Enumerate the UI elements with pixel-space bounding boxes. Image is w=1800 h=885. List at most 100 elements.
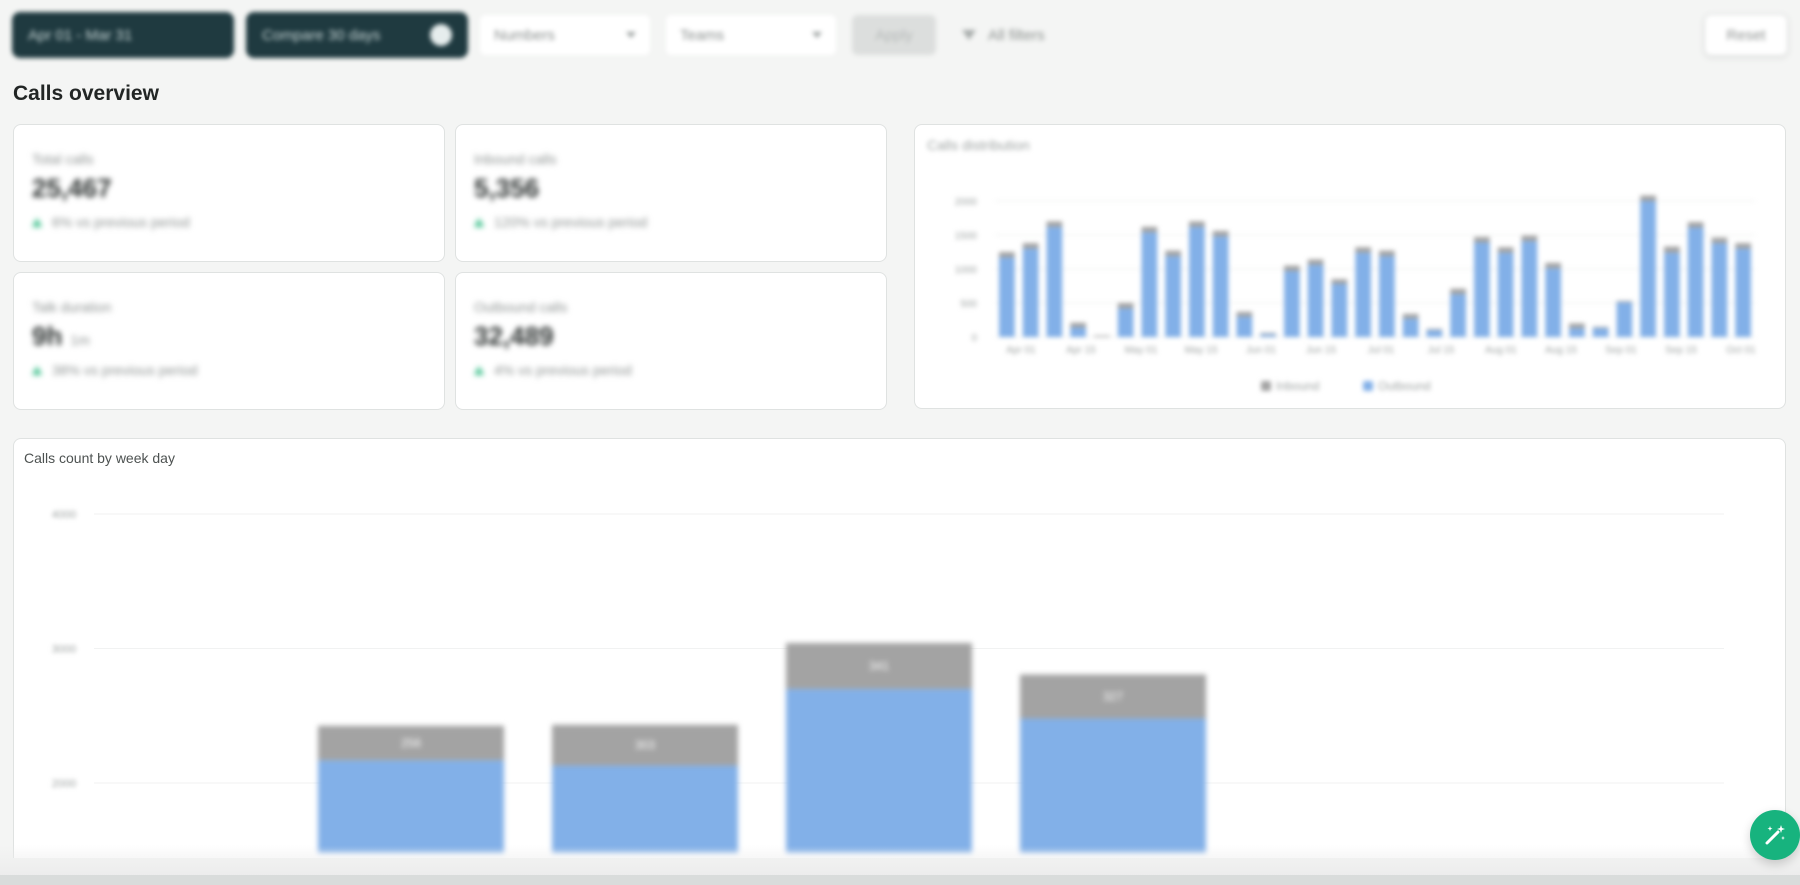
inbound-bar — [1260, 332, 1276, 335]
x-tick-label: May 15 — [1185, 345, 1218, 356]
inbound-bar — [1735, 243, 1751, 249]
y-tick-label: 1500 — [955, 231, 978, 242]
y-tick-label: 3000 — [52, 644, 76, 656]
stat-card-outbound-calls: Outbound calls 32,489 4% vs previous per… — [455, 272, 887, 410]
inbound-bar — [1284, 265, 1300, 272]
outbound-bar — [1117, 308, 1134, 337]
inbound-bar — [1212, 230, 1229, 237]
x-tick-label: Jun 15 — [1306, 345, 1336, 356]
inbound-bar — [1189, 221, 1205, 227]
outbound-bar — [1664, 252, 1680, 337]
inbound-bar — [1236, 311, 1253, 317]
date-range-picker[interactable]: Apr 01 - Mar 31 — [12, 12, 234, 58]
outbound-bar — [1735, 248, 1751, 337]
all-filters-button[interactable]: All filters — [962, 27, 1045, 44]
horizontal-scrollbar[interactable] — [0, 875, 1800, 885]
reset-button[interactable]: Reset — [1704, 14, 1788, 56]
outbound-bar — [1260, 334, 1276, 337]
outbound-bar — [1165, 256, 1181, 337]
inbound-bar — [1616, 300, 1633, 303]
stat-label: Outbound calls — [474, 299, 568, 315]
inbound-bar — [1070, 322, 1086, 328]
inbound-bar — [1331, 279, 1348, 284]
outbound-bar — [1379, 256, 1395, 337]
week-bar-group: 256 — [318, 725, 504, 853]
week-bar-group: 341 — [786, 643, 972, 853]
inbound-bar — [1307, 259, 1324, 265]
outbound-bar — [1046, 226, 1063, 337]
calls-distribution-card: Calls distribution 2000 1500 1000 500 0 Apr 0… — [914, 124, 1786, 409]
x-tick-label: Oct 01 — [1726, 345, 1756, 356]
teams-select-label: Teams — [680, 26, 725, 44]
inbound-bar — [1046, 221, 1063, 227]
stat-value-number: 9h — [32, 321, 63, 351]
inbound-data-label: 256 — [401, 736, 421, 750]
inbound-bar — [1592, 326, 1609, 329]
calls-distribution-chart: 2000 1500 1000 500 0 Apr 01 Apr 15 May 01 May 15… — [955, 195, 1756, 393]
legend-swatch — [1261, 381, 1271, 391]
outbound-bar — [1331, 283, 1348, 337]
week-bar-group: 303 — [552, 724, 738, 853]
inbound-data-label: 327 — [1103, 689, 1123, 703]
legend-swatch — [1363, 381, 1373, 391]
week-day-chart: 4000 3000 2000 256 303 341 327 — [52, 509, 1724, 853]
inbound-bar — [1664, 246, 1680, 253]
stat-change: 120% vs previous period — [474, 214, 647, 230]
filter-icon — [962, 30, 976, 40]
stat-value-number: 5,356 — [474, 173, 540, 203]
outbound-bar — [1640, 201, 1656, 337]
trend-up-icon — [32, 217, 42, 227]
stat-change-text: 6% vs previous period — [52, 214, 190, 230]
outbound-bar — [1569, 328, 1585, 337]
inbound-bar — [1687, 222, 1704, 228]
inbound-bar — [1355, 247, 1371, 253]
teams-select[interactable]: Teams — [666, 15, 836, 55]
outbound-bar — [1212, 236, 1229, 337]
inbound-data-label: 303 — [635, 738, 655, 752]
outbound-bar — [1450, 294, 1466, 337]
numbers-select-label: Numbers — [494, 26, 555, 44]
outbound-bar — [1592, 328, 1609, 337]
ai-assistant-button[interactable] — [1750, 810, 1800, 860]
numbers-select[interactable]: Numbers — [480, 15, 650, 55]
x-tick-label: Sep 15 — [1665, 345, 1697, 356]
stat-change: 6% vs previous period — [32, 214, 190, 230]
stat-change-text: 120% vs previous period — [494, 214, 648, 230]
y-tick-label: 2000 — [52, 778, 76, 790]
inbound-bar — [1094, 335, 1110, 337]
outbound-bar — [1521, 241, 1538, 337]
outbound-bar — [1545, 268, 1561, 337]
stat-unit: 1m — [70, 332, 90, 348]
x-tick-label: May 01 — [1125, 345, 1158, 356]
week-day-card: Calls count by week day 4000 3000 2000 256 3… — [13, 438, 1786, 858]
x-tick-label: Aug 15 — [1545, 345, 1577, 356]
stat-change-text: 38% vs previous period — [52, 362, 198, 378]
inbound-bar — [1569, 323, 1585, 329]
outbound-bar — [1497, 252, 1514, 337]
inbound-bar — [1141, 226, 1158, 233]
trend-up-icon — [474, 217, 484, 227]
calls-dashboard: Apr 01 - Mar 31 Compare 30 days Numbers … — [0, 0, 1800, 885]
stat-label: Inbound calls — [474, 151, 557, 167]
inbound-bar — [1165, 250, 1181, 257]
x-tick-label: Sep 01 — [1605, 345, 1637, 356]
bottom-fade — [0, 845, 1800, 877]
outbound-bar — [318, 760, 504, 853]
compare-toggle[interactable]: Compare 30 days — [246, 12, 468, 58]
inbound-bar — [1640, 195, 1656, 201]
stat-value: 32,489 — [474, 321, 632, 352]
inbound-bar — [1117, 303, 1134, 309]
toggle-knob-icon — [430, 24, 452, 46]
outbound-bar — [1687, 227, 1704, 337]
stat-value-number: 32,489 — [474, 321, 554, 351]
x-tick-label: Jul 01 — [1368, 345, 1395, 356]
inbound-bar — [1545, 262, 1561, 269]
stat-value: 9h 1m — [32, 321, 198, 352]
apply-button[interactable]: Apply — [852, 15, 936, 55]
inbound-bar — [1450, 288, 1466, 295]
x-tick-label: Apr 15 — [1066, 345, 1096, 356]
trend-up-icon — [32, 365, 42, 375]
outbound-bar — [1020, 718, 1206, 853]
stat-card-inbound-calls: Inbound calls 5,356 120% vs previous per… — [455, 124, 887, 262]
chevron-down-icon — [812, 32, 822, 38]
